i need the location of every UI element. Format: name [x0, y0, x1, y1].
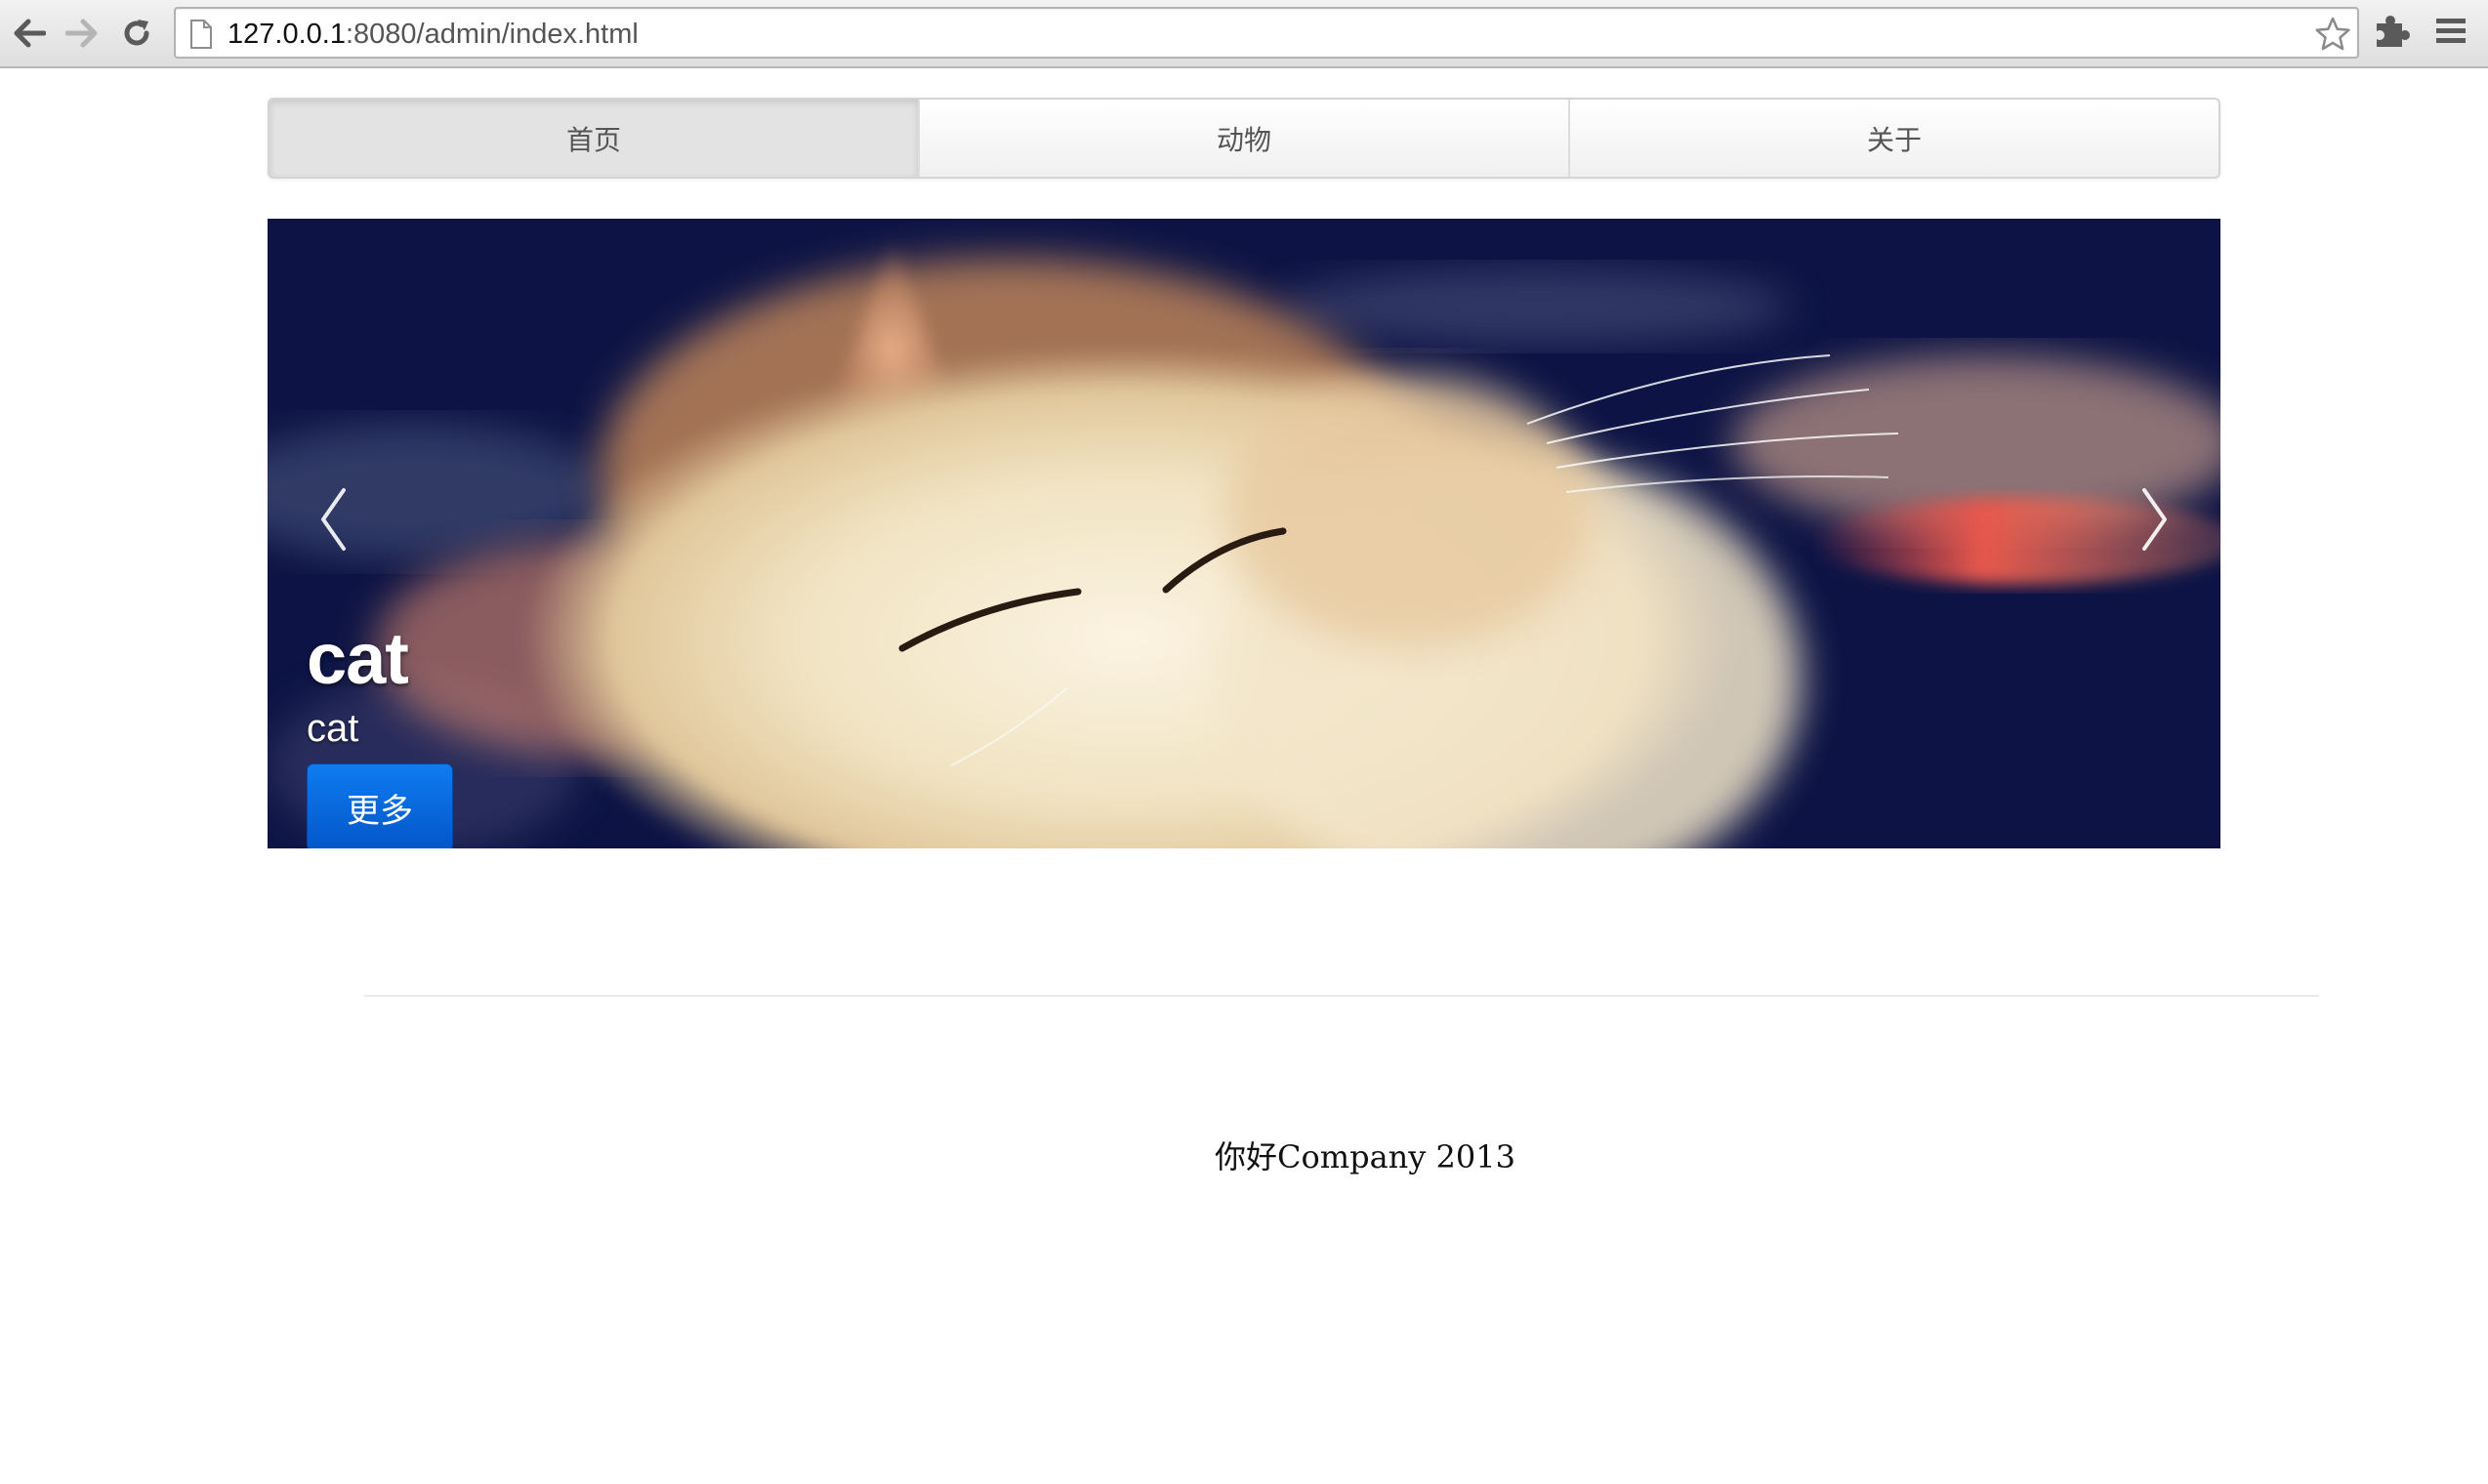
cat-photo: [268, 219, 2220, 848]
arrow-left-icon: [14, 19, 46, 48]
arrow-right-icon: [65, 19, 98, 48]
page-icon: [189, 20, 213, 54]
url-path: :8080/admin/index.html: [345, 19, 639, 50]
nav-item-animals[interactable]: 动物: [920, 100, 1570, 177]
back-button[interactable]: [6, 10, 53, 57]
browser-toolbar: 127.0.0.1:8080/admin/index.html: [0, 0, 2488, 68]
carousel-prev-button[interactable]: [318, 487, 348, 556]
more-button[interactable]: 更多: [307, 763, 453, 848]
carousel-next-button[interactable]: [2140, 487, 2170, 556]
chevron-right-icon: [2142, 488, 2167, 551]
footer-divider: [364, 995, 2319, 997]
forward-button[interactable]: [59, 10, 105, 57]
hero-carousel: cat cat 更多: [268, 219, 2220, 848]
hamburger-menu-icon[interactable]: [2433, 14, 2468, 54]
url-host: 127.0.0.1: [228, 19, 346, 50]
puzzle-icon[interactable]: [2373, 12, 2412, 56]
carousel-caption-title: cat: [307, 618, 409, 699]
star-icon[interactable]: [2314, 16, 2351, 58]
carousel-caption-subtitle: cat: [307, 707, 359, 750]
url-text: 127.0.0.1:8080/admin/index.html: [228, 20, 639, 50]
chevron-left-icon: [321, 488, 346, 551]
nav-item-home[interactable]: 首页: [270, 100, 920, 177]
main-navbar: 首页 动物 关于: [268, 98, 2220, 179]
nav-item-about[interactable]: 关于: [1570, 100, 2218, 177]
reload-icon: [124, 20, 149, 46]
reload-button[interactable]: [113, 10, 160, 57]
footer-copyright: 你好Company 2013: [1215, 1138, 1515, 1175]
address-bar[interactable]: 127.0.0.1:8080/admin/index.html: [174, 7, 2359, 59]
